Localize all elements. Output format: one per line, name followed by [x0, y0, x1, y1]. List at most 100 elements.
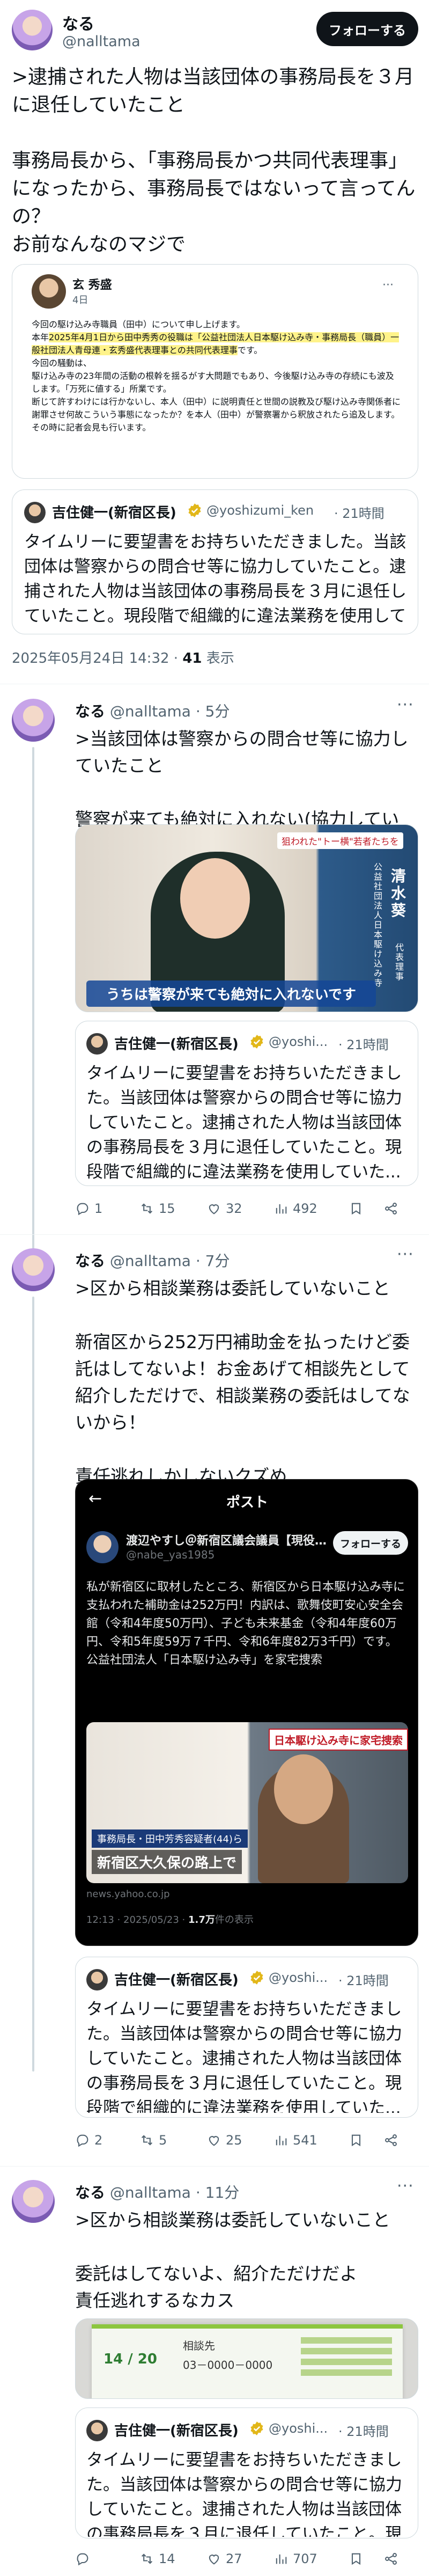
repost-icon — [141, 2135, 153, 2146]
avatar[interactable] — [12, 1248, 55, 1291]
notice-text: 本年 — [32, 332, 49, 342]
attached-image[interactable]: 14 / 20 相談先 03－0000－0000 — [75, 2318, 418, 2399]
notice-time: 4日 — [72, 295, 88, 306]
notice-line: 断じて許すわけには行かないし、本人（田中）に説明責任と世間の説教及び駆け込み寺関… — [32, 397, 401, 433]
repost-count: 5 — [159, 2133, 167, 2148]
divider — [0, 2166, 429, 2167]
reply-handle[interactable]: @nalltama — [110, 2184, 191, 2201]
notice-highlight: 2025年4月1日から田中秀秀の役職は「公益社団法人日本駆け込み寺・事務局長（職… — [32, 332, 400, 355]
share-button[interactable] — [383, 1201, 410, 1216]
like-button[interactable]: 25 — [206, 2133, 273, 2148]
quote-time: · 21時間 — [338, 1973, 389, 1988]
repost-button[interactable]: 5 — [139, 2133, 206, 2148]
like-icon — [209, 1204, 219, 1214]
avatar[interactable] — [12, 10, 53, 50]
repost-button[interactable]: 15 — [139, 1201, 206, 1216]
quoted-post[interactable]: 吉住健一(新宿区長) @yoshi... · 21時間 タイムリーに要望書をお持… — [75, 1021, 418, 1186]
quote-text: タイムリーに要望書をお持ちいただきました。当該団体は警察からの問合せ等に協力して… — [86, 2450, 402, 2537]
quote-text: タイムリーに要望書をお持ちいただきました。当該団体は警察からの問合せ等に協力して… — [24, 532, 406, 626]
reply-name[interactable]: なる — [75, 702, 105, 720]
reply-time[interactable]: · 5分 — [196, 702, 230, 720]
views-count: 707 — [293, 2551, 317, 2566]
video-badge: 狙われた"トー横"若者たちを — [277, 832, 403, 849]
views-button[interactable]: 707 — [273, 2551, 349, 2566]
avatar — [32, 274, 66, 309]
more-icon[interactable]: ··· — [397, 1245, 414, 1264]
page: なる @nalltama フォローする >逮捕された人物は当該団体の事務局長を３… — [0, 0, 429, 2576]
bookmark-button[interactable] — [349, 1201, 383, 1216]
reply-button[interactable]: 1 — [75, 1201, 139, 1216]
reply-handle[interactable]: @nalltama — [110, 1252, 191, 1270]
news-person-face — [274, 1754, 333, 1824]
attached-screenshot[interactable]: ← ポスト 渡辺やすし＠新宿区議会議員【現役… @nabe_yas1985 フォ… — [75, 1479, 418, 1946]
like-button[interactable]: 32 — [206, 1201, 273, 1216]
verified-badge-icon — [250, 2421, 263, 2435]
action-bar: 1 15 32 492 — [75, 1198, 418, 1219]
notice-line: 今回の騒動は、 — [32, 358, 92, 368]
quote-handle: @yoshizumi_ken — [206, 503, 314, 518]
avatar — [24, 502, 46, 523]
reply-button[interactable] — [75, 2551, 139, 2566]
action-bar: 14 27 707 — [75, 2548, 418, 2570]
quoted-post[interactable]: 吉住健一(新宿区長) @yoshizumi_ken · 21時間 タイムリーに要… — [12, 489, 418, 634]
quote-handle: @yoshi... — [269, 1034, 328, 1049]
reply-handle[interactable]: @nalltama — [110, 702, 191, 720]
attached-video[interactable]: 狙われた"トー横"若者たちを 公益社団法人 日本駆け込み寺 清水 葵 代表理事 … — [75, 824, 418, 1012]
verified-badge-icon — [250, 1035, 263, 1049]
like-button[interactable]: 27 — [206, 2551, 273, 2566]
embedded-text: 私が新宿区に取材したところ、新宿区から日本駆け込み寺に支払われた補助金は252万… — [86, 1580, 405, 1667]
views-label: 表示 — [206, 650, 234, 667]
views-count: 492 — [293, 1201, 317, 1216]
quote-handle: @yoshi... — [269, 1970, 328, 1985]
quote-handle: @yoshi... — [269, 2421, 328, 2436]
reply-time[interactable]: · 7分 — [196, 1252, 230, 1270]
embedded-views: 1.7万 — [188, 1914, 215, 1926]
reply-time[interactable]: · 11分 — [196, 2184, 239, 2201]
reply-icon — [77, 2134, 88, 2147]
repost-button[interactable]: 14 — [139, 2551, 206, 2566]
divider — [0, 1234, 429, 1235]
author-handle[interactable]: @nalltama — [62, 33, 140, 50]
notice-line: 今回の駆け込み寺職員（田中）について申し上げます。 — [32, 319, 245, 330]
share-button[interactable] — [383, 2551, 410, 2566]
quoted-post[interactable]: 吉住健一(新宿区長) @yoshi... · 21時間 タイムリーに要望書をお持… — [75, 1957, 418, 2118]
quote-time: · 21時間 — [338, 1037, 389, 1052]
post-meta: 2025年05月24日 14:32 · 41 表示 — [12, 647, 234, 667]
views-button[interactable]: 492 — [273, 1201, 349, 1216]
person-face — [180, 858, 250, 939]
reply-text: >区から相談業務は委託していないこと 新宿区から252万円補助金を払ったけど委託… — [75, 1278, 410, 1487]
reply-name[interactable]: なる — [75, 2184, 105, 2201]
flyer-phone: 03－0000－0000 — [183, 2359, 273, 2372]
reply-header: なる @nalltama · 11分 — [75, 2181, 239, 2202]
avatar[interactable] — [12, 699, 55, 742]
bookmark-button[interactable] — [349, 2551, 383, 2566]
follow-button[interactable]: フォローする — [316, 12, 418, 46]
avatar[interactable] — [12, 2180, 55, 2223]
more-icon[interactable]: ··· — [397, 696, 414, 714]
author-name[interactable]: なる — [62, 11, 94, 34]
reply-icon — [77, 1203, 88, 1216]
post-text: >逮捕された人物は当該団体の事務局長を３月に退任していたこと 事務局長から、「事… — [12, 66, 416, 255]
more-icon[interactable]: ··· — [397, 2177, 414, 2196]
bookmark-button[interactable] — [349, 2133, 383, 2148]
quote-text: タイムリーに要望書をお持ちいただきました。当該団体は警察からの問合せ等に協力して… — [86, 1064, 402, 1181]
thread-line — [32, 747, 34, 1264]
share-button[interactable] — [383, 2133, 410, 2148]
video-caption: うちは警察が来ても絶対に入れないです — [86, 980, 376, 1007]
bookmark-icon — [351, 2553, 361, 2565]
reply-count: 2 — [94, 2133, 103, 2148]
timestamp[interactable]: 2025年05月24日 14:32 — [12, 650, 169, 667]
reply-name[interactable]: なる — [75, 1252, 105, 1270]
views-button[interactable]: 541 — [273, 2133, 349, 2148]
separator: · — [173, 650, 183, 667]
share-icon — [385, 2553, 397, 2565]
news-image: 日本駆け込み寺に家宅捜索 事務局長・田中芳秀容疑者(44)ら 新宿区大久保の路上… — [86, 1722, 408, 1883]
avatar — [86, 1969, 108, 1990]
attached-image[interactable]: 玄 秀盛 4日 ··· 今回の駆け込み寺職員（田中）について申し上げます。 本年… — [12, 264, 418, 479]
views-count: 41 — [182, 650, 202, 667]
reply-header: なる @nalltama · 7分 — [75, 1249, 230, 1271]
views-icon — [276, 2554, 287, 2564]
reply-icon — [77, 2553, 88, 2566]
reply-button[interactable]: 2 — [75, 2133, 139, 2148]
quoted-post[interactable]: 吉住健一(新宿区長) @yoshi... · 21時間 タイムリーに要望書をお持… — [75, 2407, 418, 2538]
